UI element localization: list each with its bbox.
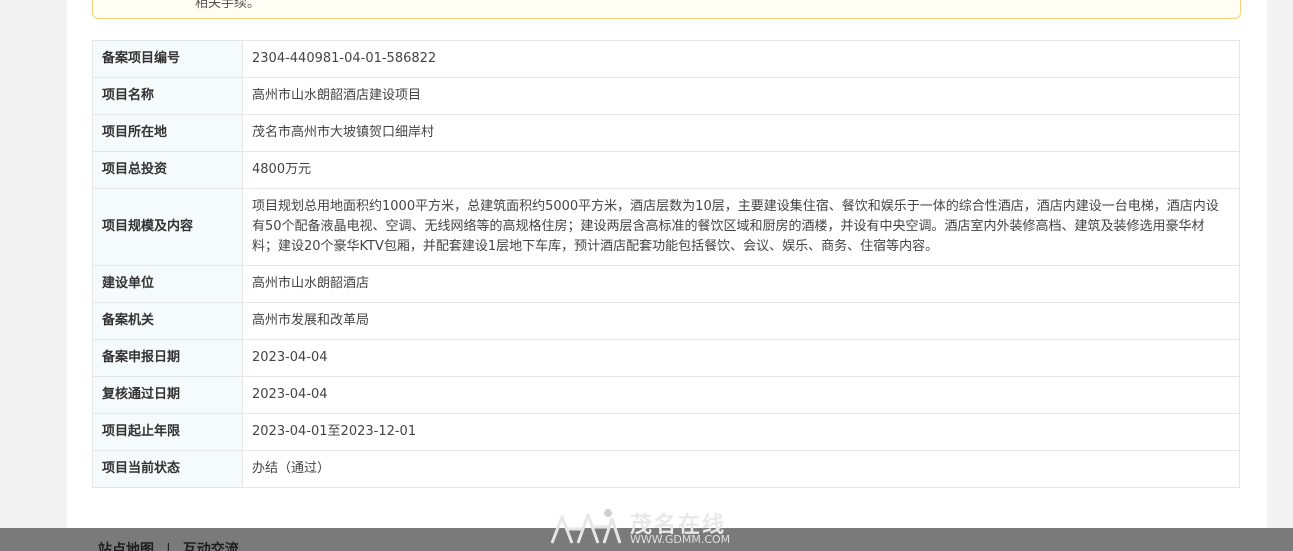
row-label: 备案申报日期 xyxy=(92,339,243,377)
row-label: 备案机关 xyxy=(92,302,243,340)
row-label: 项目所在地 xyxy=(92,114,243,152)
site-logo[interactable]: 茂名在线 WWW.GDMM.COM xyxy=(546,505,752,549)
project-info-table: 备案项目编号 2304-440981-04-01-586822 项目名称 高州市… xyxy=(92,40,1240,488)
notice-box: 相关手续。 xyxy=(92,0,1241,19)
row-value: 2023-04-04 xyxy=(242,339,1240,377)
row-value: 茂名市高州市大坡镇贺口细岸村 xyxy=(242,114,1240,152)
row-value: 2023-04-01至2023-12-01 xyxy=(242,413,1240,451)
table-row: 复核通过日期 2023-04-04 xyxy=(92,376,1240,414)
row-label: 建设单位 xyxy=(92,265,243,303)
row-value: 2304-440981-04-01-586822 xyxy=(242,40,1240,78)
table-row: 项目起止年限 2023-04-01至2023-12-01 xyxy=(92,413,1240,451)
row-label: 复核通过日期 xyxy=(92,376,243,414)
row-label: 项目总投资 xyxy=(92,151,243,189)
table-row: 项目总投资 4800万元 xyxy=(92,151,1240,189)
table-row: 项目规模及内容 项目规划总用地面积约1000平方米，总建筑面积约5000平方米，… xyxy=(92,188,1240,266)
row-label: 备案项目编号 xyxy=(92,40,243,78)
row-label: 项目规模及内容 xyxy=(92,188,243,266)
row-value: 高州市发展和改革局 xyxy=(242,302,1240,340)
row-value: 办结（通过） xyxy=(242,450,1240,488)
table-row: 备案机关 高州市发展和改革局 xyxy=(92,302,1240,340)
row-value: 高州市山水朗韶酒店 xyxy=(242,265,1240,303)
row-label: 项目名称 xyxy=(92,77,243,115)
notice-text: 相关手续。 xyxy=(195,0,261,11)
table-row: 项目当前状态 办结（通过） xyxy=(92,450,1240,488)
footer-links: 站点地图 | 互动交流 xyxy=(98,539,239,551)
interaction-link[interactable]: 互动交流 xyxy=(183,542,239,551)
sitemap-link[interactable]: 站点地图 xyxy=(98,542,154,551)
table-row: 备案申报日期 2023-04-04 xyxy=(92,339,1240,377)
logo-url: WWW.GDMM.COM xyxy=(630,533,731,546)
row-value: 高州市山水朗韶酒店建设项目 xyxy=(242,77,1240,115)
row-value: 2023-04-04 xyxy=(242,376,1240,414)
table-row: 建设单位 高州市山水朗韶酒店 xyxy=(92,265,1240,303)
row-label: 项目起止年限 xyxy=(92,413,243,451)
table-row: 备案项目编号 2304-440981-04-01-586822 xyxy=(92,40,1240,78)
table-row: 项目名称 高州市山水朗韶酒店建设项目 xyxy=(92,77,1240,115)
logo-mark-icon xyxy=(550,509,622,544)
table-row: 项目所在地 茂名市高州市大坡镇贺口细岸村 xyxy=(92,114,1240,152)
footer-separator: | xyxy=(166,542,171,551)
row-value: 项目规划总用地面积约1000平方米，总建筑面积约5000平方米，酒店层数为10层… xyxy=(242,188,1240,266)
row-label: 项目当前状态 xyxy=(92,450,243,488)
row-value: 4800万元 xyxy=(242,151,1240,189)
